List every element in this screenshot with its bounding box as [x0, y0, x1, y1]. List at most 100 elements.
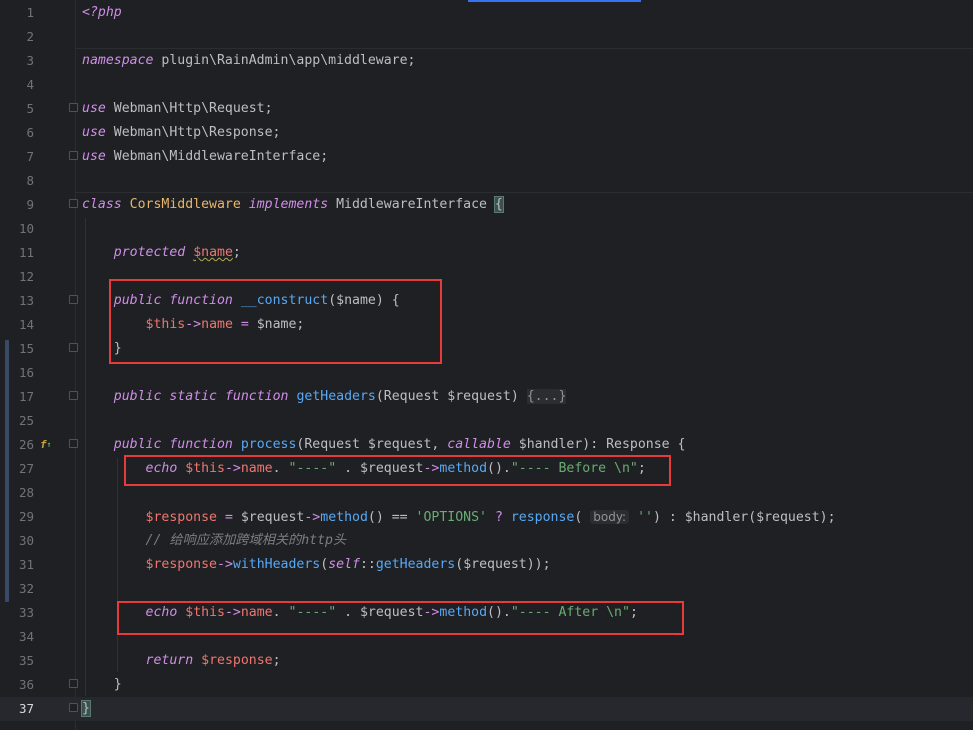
line-number[interactable]: 11	[0, 241, 34, 265]
line-number[interactable]: 4	[0, 73, 34, 97]
code-token: ?	[487, 510, 511, 525]
code-line[interactable]: 7 use Webman\MiddlewareInterface;	[0, 145, 973, 169]
folded-code-block[interactable]: {...}	[526, 389, 567, 404]
code-line[interactable]: 11 protected $name;	[0, 241, 973, 265]
line-number[interactable]: 37	[0, 697, 34, 721]
code-line[interactable]: 31 $response->withHeaders(self::getHeade…	[0, 553, 973, 577]
code-line[interactable]: 36 }	[0, 673, 973, 697]
code-line[interactable]: 10	[0, 217, 973, 241]
code-line[interactable]: 17 public static function getHeaders(Req…	[0, 385, 973, 409]
code-token: process	[240, 437, 297, 452]
line-number[interactable]: 12	[0, 265, 34, 289]
line-number[interactable]: 3	[0, 49, 34, 73]
code-text[interactable]: }	[82, 673, 122, 697]
code-text[interactable]: protected $name;	[82, 241, 241, 265]
code-text[interactable]: use Webman\Http\Response;	[82, 121, 281, 145]
fold-marker-icon[interactable]	[69, 295, 78, 304]
override-method-icon[interactable]: f↑	[40, 437, 58, 453]
code-line[interactable]: 5 use Webman\Http\Request;	[0, 97, 973, 121]
code-token: ->	[304, 510, 321, 525]
code-editor[interactable]: 1 <?php 2 3 namespace plugin\RainAdmin\app\m…	[0, 0, 973, 730]
code-token: static	[169, 389, 217, 404]
code-line[interactable]: 6 use Webman\Http\Response;	[0, 121, 973, 145]
code-text[interactable]: <?php	[82, 1, 122, 25]
fold-marker-icon[interactable]	[69, 343, 78, 352]
line-number[interactable]: 6	[0, 121, 34, 145]
fold-marker-icon[interactable]	[69, 703, 78, 712]
code-text[interactable]: namespace plugin\RainAdmin\app\middlewar…	[82, 49, 415, 73]
line-number[interactable]: 7	[0, 145, 34, 169]
code-token: response	[510, 510, 575, 525]
fold-marker-icon[interactable]	[69, 391, 78, 400]
code-line[interactable]: 3 namespace plugin\RainAdmin\app\middlewa…	[0, 49, 973, 73]
code-token: $response	[145, 510, 217, 525]
line-number[interactable]: 9	[0, 193, 34, 217]
code-line[interactable]: 32	[0, 577, 973, 601]
code-line[interactable]: 25	[0, 409, 973, 433]
code-line[interactable]: 37}	[0, 697, 973, 721]
code-line[interactable]: 9 class CorsMiddleware implements Middlew…	[0, 193, 973, 217]
code-text[interactable]: }	[81, 697, 91, 721]
code-token: // 给响应添加跨域相关的http头	[145, 533, 347, 548]
code-token: $request	[240, 510, 305, 525]
fold-marker-icon[interactable]	[69, 679, 78, 688]
code-token: (	[320, 557, 329, 572]
code-line[interactable]: 4	[0, 73, 973, 97]
code-line[interactable]: 16	[0, 361, 973, 385]
code-token: self	[328, 557, 360, 572]
line-number[interactable]: 33	[0, 601, 34, 625]
fold-marker-icon[interactable]	[69, 199, 78, 208]
code-token: protected	[113, 245, 186, 260]
fold-marker-icon[interactable]	[69, 103, 78, 112]
code-token: CorsMiddleware	[129, 197, 241, 212]
code-token: Webman\Http\Request;	[105, 101, 273, 116]
code-token: ;	[232, 245, 241, 260]
line-number[interactable]: 35	[0, 649, 34, 673]
code-token: class	[82, 197, 122, 212]
code-line[interactable]: 26 public function process(Request $requ…	[0, 433, 973, 457]
code-token: $handler): Response {	[510, 437, 686, 452]
code-text[interactable]: // 给响应添加跨域相关的http头	[82, 529, 347, 553]
code-text[interactable]: return $response;	[82, 649, 281, 673]
line-number[interactable]: 1	[0, 1, 34, 25]
code-token: return	[145, 653, 194, 668]
line-number[interactable]: 10	[0, 217, 34, 241]
code-line[interactable]: 2	[0, 25, 973, 49]
code-token: function	[224, 389, 289, 404]
line-number[interactable]: 13	[0, 289, 34, 313]
code-token: ::	[359, 557, 376, 572]
vcs-change-marker[interactable]	[5, 340, 9, 602]
fold-marker-icon[interactable]	[69, 151, 78, 160]
line-number[interactable]: 8	[0, 169, 34, 193]
code-text[interactable]: use Webman\MiddlewareInterface;	[82, 145, 328, 169]
code-token: withHeaders	[232, 557, 321, 572]
code-text[interactable]: public function process(Request $request…	[82, 433, 686, 457]
code-token: function	[169, 437, 233, 452]
code-text[interactable]: class CorsMiddleware implements Middlewa…	[82, 193, 504, 217]
code-token: Webman\MiddlewareInterface;	[105, 149, 329, 164]
code-token: $response	[145, 557, 217, 572]
code-text[interactable]: public static function getHeaders(Reques…	[82, 385, 567, 409]
code-text[interactable]: $response->withHeaders(self::getHeaders(…	[82, 553, 551, 577]
code-line[interactable]: 8	[0, 169, 973, 193]
code-text[interactable]: use Webman\Http\Request;	[82, 97, 273, 121]
code-token: }	[82, 677, 122, 692]
line-number[interactable]: 34	[0, 625, 34, 649]
code-text[interactable]: $response = $request->method() == 'OPTIO…	[82, 505, 836, 530]
code-line[interactable]: 1 <?php	[0, 1, 973, 25]
fold-marker-icon[interactable]	[69, 439, 78, 448]
code-line[interactable]: 29 $response = $request->method() == 'OP…	[0, 505, 973, 529]
line-number[interactable]: 2	[0, 25, 34, 49]
code-token: implements	[248, 197, 329, 212]
line-number[interactable]: 5	[0, 97, 34, 121]
line-number[interactable]: 14	[0, 313, 34, 337]
code-line[interactable]: 30 // 给响应添加跨域相关的http头	[0, 529, 973, 553]
code-line[interactable]: 35 return $response;	[0, 649, 973, 673]
line-number[interactable]: 36	[0, 673, 34, 697]
